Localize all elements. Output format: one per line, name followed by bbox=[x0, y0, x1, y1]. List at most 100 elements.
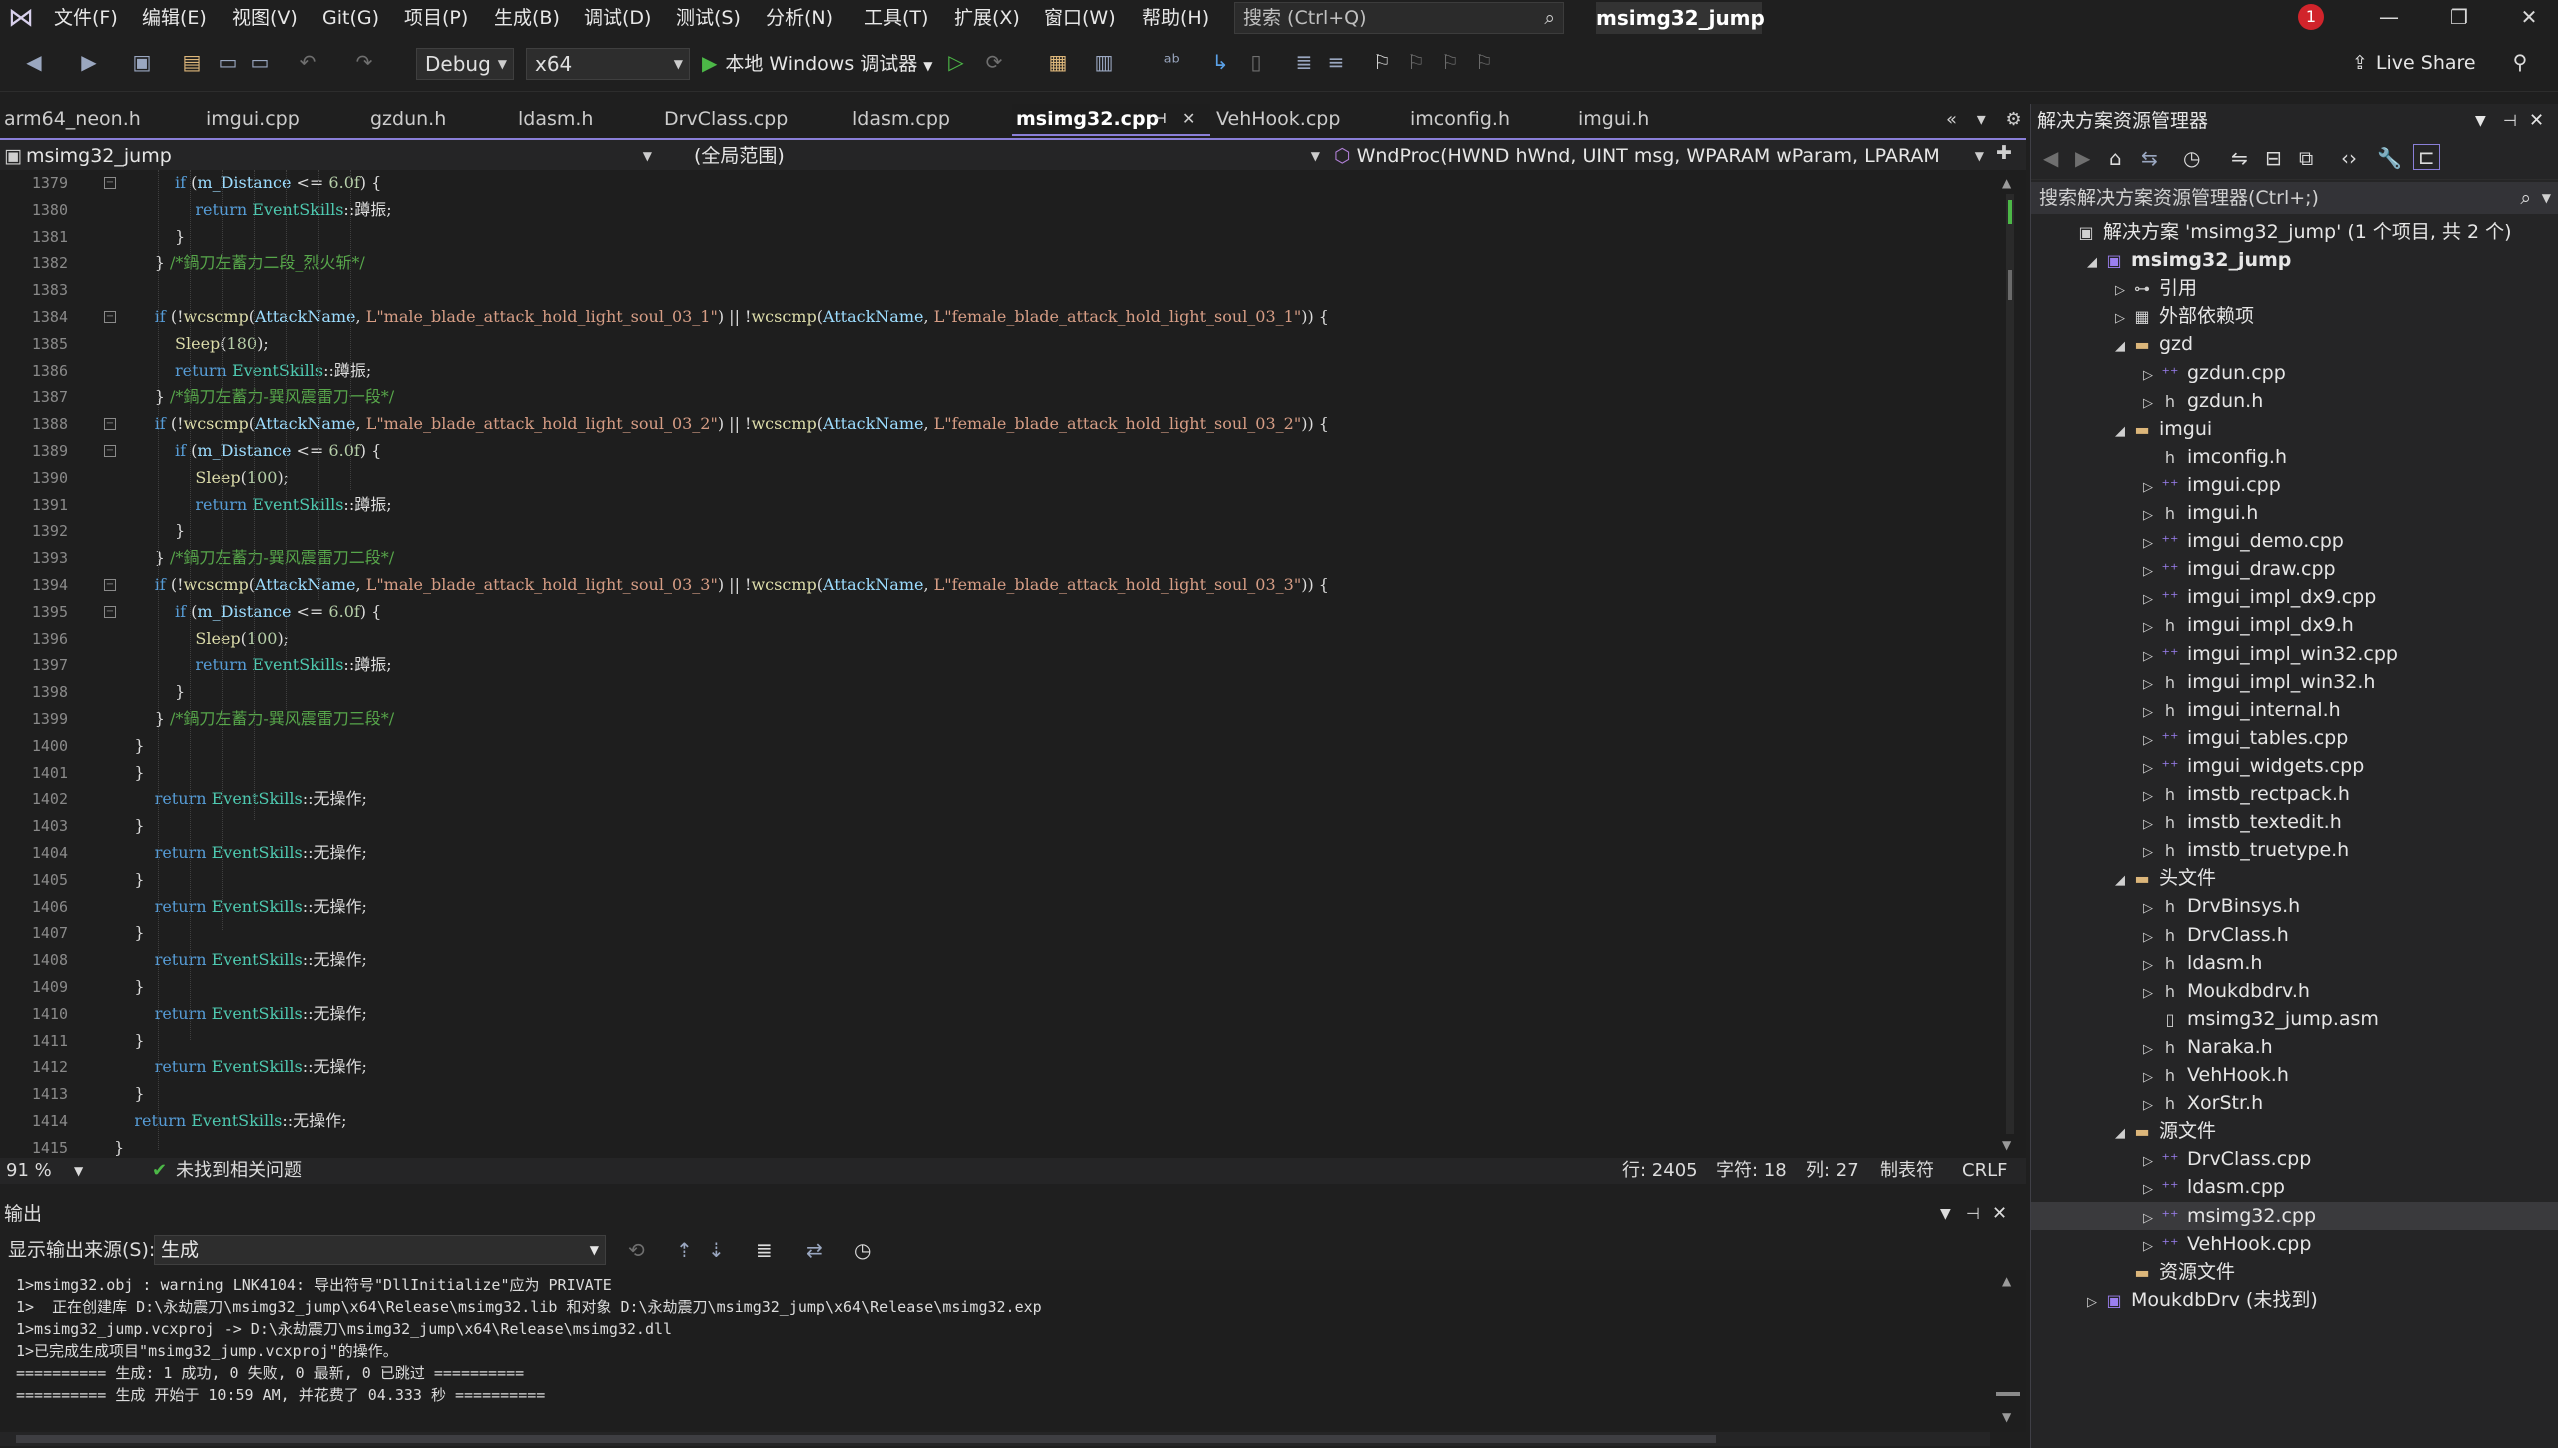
project-dropdown[interactable]: ▣ msimg32_jump ▼ bbox=[4, 142, 662, 170]
tree-item[interactable]: ▷ ⁺⁺ imgui_impl_dx9.cpp bbox=[2031, 583, 2558, 611]
output-scroll-thumb[interactable] bbox=[16, 1435, 1716, 1443]
step-into-icon[interactable]: ↳ bbox=[1206, 48, 1234, 76]
home-icon[interactable]: ⌂ bbox=[2109, 146, 2122, 170]
tab-list-icon[interactable]: ▾ bbox=[1977, 109, 1986, 130]
close-tab-icon[interactable]: ✕ bbox=[1182, 104, 1195, 134]
tab-imgui-h[interactable]: imgui.h bbox=[1574, 104, 1714, 136]
expand-arrow-icon[interactable]: ▷ bbox=[2139, 783, 2157, 811]
expand-arrow-icon[interactable]: ▷ bbox=[2139, 558, 2157, 586]
timestamp-icon[interactable]: ◷ bbox=[854, 1238, 871, 1262]
tab-settings-icon[interactable]: ⚙ bbox=[2006, 109, 2022, 130]
tree-item[interactable]: ▷ ⁺⁺ msimg32.cpp bbox=[2031, 1201, 2558, 1230]
next-bookmark-icon[interactable]: ⚐ bbox=[1438, 48, 1462, 76]
code-line[interactable]: Sleep(100); bbox=[114, 467, 289, 489]
collapse-arrow-icon[interactable]: ◢ bbox=[2083, 249, 2101, 277]
expand-arrow-icon[interactable]: ▷ bbox=[2139, 1064, 2157, 1092]
tree-item[interactable]: ▷ h VehHook.h bbox=[2031, 1061, 2558, 1089]
code-line[interactable]: } bbox=[114, 976, 144, 998]
expand-arrow-icon[interactable]: ▷ bbox=[2139, 390, 2157, 418]
tree-item[interactable]: ▷ ⊶ 引用 bbox=[2031, 274, 2558, 302]
navigate-forward-icon[interactable]: ▶ bbox=[76, 48, 102, 76]
code-line[interactable]: Sleep(180); bbox=[114, 333, 269, 355]
code-editor[interactable]: 1379 1380 1381 1382 1383 1384 1385 1386 1387 1388… bbox=[0, 170, 2026, 1158]
redo-icon[interactable]: ↷ bbox=[350, 48, 378, 76]
expand-arrow-icon[interactable]: ▷ bbox=[2139, 1036, 2157, 1064]
close-panel-icon[interactable]: ✕ bbox=[2529, 104, 2544, 138]
tree-item[interactable]: ▷ ⁺⁺ VehHook.cpp bbox=[2031, 1230, 2558, 1258]
scroll-down-icon[interactable]: ▼ bbox=[2002, 1138, 2011, 1152]
code-line[interactable]: } /*鍋刀左蓄力二段_烈火斩*/ bbox=[114, 252, 365, 274]
expand-arrow-icon[interactable]: ▷ bbox=[2139, 811, 2157, 839]
fold-toggle-icon[interactable]: − bbox=[104, 579, 116, 591]
fold-toggle-icon[interactable]: − bbox=[104, 418, 116, 431]
output-scroll-thumb-v[interactable] bbox=[1996, 1392, 2020, 1396]
expand-arrow-icon[interactable]: ▷ bbox=[2139, 755, 2157, 783]
tree-item[interactable]: ▷ ⁺⁺ ldasm.cpp bbox=[2031, 1173, 2558, 1201]
word-wrap-icon[interactable]: ⇄ bbox=[806, 1238, 823, 1262]
line-ending[interactable]: CRLF bbox=[1962, 1158, 2007, 1184]
switch-views-icon[interactable]: ⇆ bbox=[2141, 146, 2158, 170]
pin-icon[interactable]: ⊣ bbox=[2503, 104, 2517, 138]
fold-toggle-icon[interactable]: − bbox=[104, 177, 116, 189]
save-all-icon[interactable]: ▭ bbox=[246, 48, 274, 76]
expand-arrow-icon[interactable]: ▷ bbox=[2139, 502, 2157, 530]
code-line[interactable]: return EventSkills::无操作; bbox=[114, 949, 367, 971]
code-line[interactable]: } bbox=[114, 735, 144, 757]
start-debugging-button[interactable]: ▶ 本地 Windows 调试器 ▼ bbox=[702, 46, 933, 80]
menu-view[interactable]: 视图(V) bbox=[228, 4, 302, 32]
code-line[interactable]: return EventSkills::无操作; bbox=[114, 1056, 367, 1078]
collapse-arrow-icon[interactable]: ◢ bbox=[2111, 1120, 2129, 1148]
tree-item[interactable]: ▷ ⁺⁺ imgui_demo.cpp bbox=[2031, 527, 2558, 555]
spell-check-icon[interactable]: ᵃᵇ bbox=[1158, 48, 1186, 76]
browse-folder-icon[interactable]: ▦ bbox=[1044, 48, 1072, 76]
expand-arrow-icon[interactable]: ▷ bbox=[2139, 362, 2157, 390]
chevron-down-icon[interactable]: ▼ bbox=[74, 1158, 83, 1184]
close-icon[interactable]: ✕ bbox=[2500, 0, 2558, 34]
global-search-input[interactable]: 搜索 (Ctrl+Q) ⌕ bbox=[1234, 2, 1564, 34]
code-line[interactable]: } bbox=[114, 226, 185, 248]
menu-extensions[interactable]: 扩展(X) bbox=[950, 4, 1024, 32]
solution-search-input[interactable]: 搜索解决方案资源管理器(Ctrl+;) ⌕ ▼ bbox=[2031, 182, 2558, 214]
go-to-message-icon[interactable]: ⟲ bbox=[628, 1238, 645, 1262]
tree-item[interactable]: ◢ ▣ msimg32_jump bbox=[2031, 246, 2558, 274]
tab-vehhook-cpp[interactable]: VehHook.cpp bbox=[1212, 104, 1398, 136]
tree-item[interactable]: ▷ h Naraka.h bbox=[2031, 1033, 2558, 1061]
chevron-down-icon[interactable]: ▼ bbox=[2475, 104, 2486, 138]
expand-arrow-icon[interactable]: ▷ bbox=[2111, 305, 2129, 333]
tree-item[interactable]: ◢ ▬ 头文件 bbox=[2031, 864, 2558, 892]
prev-message-icon[interactable]: ⇡ bbox=[676, 1238, 693, 1262]
view-code-icon[interactable]: ‹› bbox=[2341, 146, 2357, 170]
tree-item[interactable]: ▷ ⁺⁺ imgui_tables.cpp bbox=[2031, 724, 2558, 752]
expand-arrow-icon[interactable]: ▷ bbox=[2139, 586, 2157, 614]
tab-drvclass-cpp[interactable]: DrvClass.cpp bbox=[660, 104, 846, 136]
clear-all-icon[interactable]: ≣ bbox=[756, 1238, 773, 1262]
menu-file[interactable]: 文件(F) bbox=[50, 4, 122, 32]
menu-build[interactable]: 生成(B) bbox=[490, 4, 564, 32]
menu-edit[interactable]: 编辑(E) bbox=[138, 4, 211, 32]
minimize-icon[interactable]: — bbox=[2360, 0, 2418, 34]
tree-item[interactable]: ▷ h ldasm.h bbox=[2031, 949, 2558, 977]
tab-msimg32-cpp[interactable]: msimg32.cpp ⊣ ✕ bbox=[1012, 104, 1210, 136]
tab-gzdun-h[interactable]: gzdun.h bbox=[366, 104, 510, 136]
live-share-button[interactable]: ⇪ Live Share bbox=[2352, 48, 2476, 78]
scope-dropdown[interactable]: (全局范围) ▼ bbox=[694, 142, 1324, 170]
expand-arrow-icon[interactable]: ▷ bbox=[2139, 980, 2157, 1008]
expand-arrow-icon[interactable]: ▷ bbox=[2139, 699, 2157, 727]
pin-icon[interactable]: ⊣ bbox=[1966, 1198, 1980, 1230]
code-line[interactable]: return EventSkills::无操作; bbox=[114, 1003, 367, 1025]
close-panel-icon[interactable]: ✕ bbox=[1992, 1198, 2007, 1230]
tree-item[interactable]: ▷ h imgui_impl_win32.h bbox=[2031, 668, 2558, 696]
tree-item[interactable]: ▷ h gzdun.h bbox=[2031, 387, 2558, 415]
tree-item[interactable]: ▷ h Moukdbdrv.h bbox=[2031, 977, 2558, 1005]
sync-icon[interactable]: ⇋ bbox=[2231, 146, 2248, 170]
menu-test[interactable]: 测试(S) bbox=[672, 4, 745, 32]
expand-arrow-icon[interactable]: ▷ bbox=[2139, 671, 2157, 699]
tree-item[interactable]: ▣ 解决方案 'msimg32_jump' (1 个项目, 共 2 个) bbox=[2031, 218, 2558, 246]
code-line[interactable]: } bbox=[114, 520, 185, 542]
tree-item[interactable]: ▷ ⁺⁺ imgui.cpp bbox=[2031, 471, 2558, 499]
expand-arrow-icon[interactable]: ▷ bbox=[2139, 530, 2157, 558]
collapse-arrow-icon[interactable]: ◢ bbox=[2111, 333, 2129, 361]
menu-tools[interactable]: 工具(T) bbox=[860, 4, 932, 32]
expand-arrow-icon[interactable]: ▷ bbox=[2139, 643, 2157, 671]
configuration-select[interactable]: Debug ▼ bbox=[416, 48, 514, 80]
